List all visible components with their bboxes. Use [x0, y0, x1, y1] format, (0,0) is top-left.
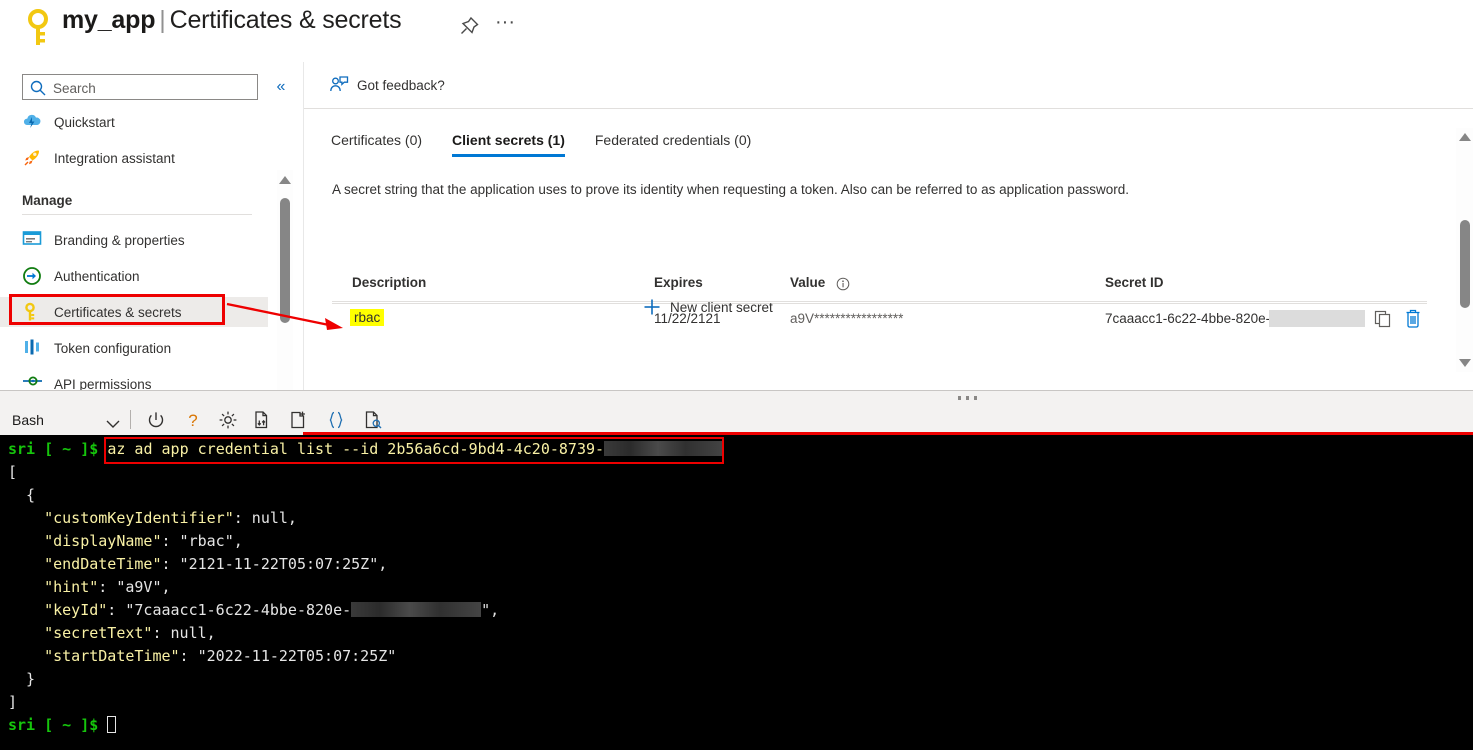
- rocket-icon: [22, 148, 44, 168]
- upload-download-icon[interactable]: [251, 409, 273, 431]
- pin-icon[interactable]: [455, 12, 483, 40]
- info-icon[interactable]: [836, 277, 850, 294]
- sidebar-divider: [22, 214, 252, 215]
- tab-certificates[interactable]: Certificates (0): [331, 132, 422, 157]
- annotation-command-box: [104, 437, 724, 464]
- panel-splitter[interactable]: [0, 390, 1473, 405]
- sidebar-item-authentication[interactable]: Authentication: [0, 261, 268, 291]
- column-header-value: Value: [790, 275, 826, 290]
- column-header-secret-id: Secret ID: [1105, 275, 1164, 290]
- terminal-output-line: "secretText": null,: [44, 624, 216, 642]
- sidebar-item-label: Authentication: [54, 268, 140, 284]
- page-title-separator: |: [159, 6, 166, 34]
- terminal-prompt-line: sri [ ~ ]$: [8, 714, 117, 737]
- new-client-secret-label: New client secret: [670, 299, 773, 315]
- copy-icon[interactable]: [1373, 309, 1393, 329]
- sidebar: « Quickstart Integra: [0, 62, 302, 452]
- collapse-sidebar-button[interactable]: «: [270, 76, 292, 98]
- keyid-redaction: [351, 602, 482, 617]
- sidebar-scroll-thumb[interactable]: [280, 198, 290, 323]
- cell-value: a9V*****************: [790, 311, 904, 326]
- cloud-lightning-icon: [22, 112, 44, 132]
- sidebar-item-label: Certificates & secrets: [54, 304, 182, 320]
- trash-icon[interactable]: [1403, 308, 1423, 330]
- tab-federated-credentials[interactable]: Federated credentials (0): [595, 132, 751, 157]
- more-options-button[interactable]: ···: [492, 12, 518, 40]
- token-icon: [22, 338, 44, 358]
- sidebar-item-quickstart[interactable]: Quickstart: [0, 107, 268, 137]
- sidebar-item-branding-properties[interactable]: Branding & properties: [0, 225, 268, 255]
- feedback-person-icon: [329, 75, 349, 95]
- terminal-output-line: ]: [8, 693, 18, 711]
- splitter-drag-handle[interactable]: [958, 396, 978, 400]
- shell-selector[interactable]: Bash: [10, 408, 128, 432]
- table-row-rule: [332, 303, 1427, 304]
- content-scroll-thumb[interactable]: [1460, 220, 1470, 308]
- sidebar-item-label: Token configuration: [54, 340, 172, 356]
- page-title: my_app | Certificates & secrets: [62, 6, 402, 35]
- key-icon: [26, 8, 50, 52]
- page-title-app: my_app: [62, 6, 156, 34]
- content-scroll-up-arrow[interactable]: [1459, 133, 1471, 141]
- cell-secret-id: 7caaacc1-6c22-4bbe-820e-: [1105, 311, 1271, 326]
- terminal-output-line: "endDateTime": "2121-11-22T05:07:25Z",: [44, 555, 388, 573]
- tab-client-secrets[interactable]: Client secrets (1): [452, 132, 565, 157]
- sidebar-section-manage: Manage: [22, 193, 73, 208]
- column-header-expires: Expires: [654, 275, 703, 290]
- branding-icon: [22, 230, 44, 250]
- terminal-output-line: }: [26, 670, 36, 688]
- open-file-icon[interactable]: [362, 409, 384, 431]
- azure-portal-screenshot: my_app|Certificates & secrets ··· «: [0, 0, 1473, 750]
- page-title-section: Certificates & secrets: [169, 6, 402, 34]
- terminal-output-line: "customKeyIdentifier": null,: [44, 509, 297, 527]
- settings-icon[interactable]: [217, 409, 239, 431]
- main-content: Got feedback? Certificates (0) Client se…: [303, 62, 1473, 390]
- authentication-icon: [22, 266, 44, 286]
- terminal-toolbar: Bash ?: [0, 404, 1473, 435]
- column-header-description: Description: [352, 275, 427, 290]
- command-bar: Got feedback?: [304, 62, 1473, 108]
- terminal-output-line: "keyId": "7caaacc1-6c22-4bbe-820e- ",: [44, 601, 500, 619]
- sidebar-item-label: Integration assistant: [54, 150, 175, 166]
- content-scroll-down-arrow[interactable]: [1459, 359, 1471, 367]
- terminal-output-line: [: [8, 463, 18, 481]
- search-box[interactable]: [22, 74, 258, 101]
- shell-selector-label: Bash: [12, 412, 44, 428]
- power-icon[interactable]: [145, 409, 167, 431]
- key-icon: [22, 302, 44, 322]
- got-feedback-button[interactable]: Got feedback?: [329, 73, 445, 97]
- table-header-row: Description Expires Value Secret ID: [332, 269, 1427, 301]
- search-input[interactable]: [51, 75, 255, 101]
- sidebar-scroll-up-arrow[interactable]: [279, 176, 291, 184]
- page-header: my_app | Certificates & secrets ···: [0, 0, 1473, 62]
- sidebar-item-label: Branding & properties: [54, 232, 185, 248]
- new-file-icon[interactable]: [288, 409, 310, 431]
- terminal-output-line: {: [26, 486, 36, 504]
- cell-description: rbac: [350, 309, 385, 326]
- terminal-output-line: "displayName": "rbac",: [44, 532, 243, 550]
- plus-icon: [642, 297, 662, 317]
- got-feedback-label: Got feedback?: [357, 77, 445, 93]
- cloud-shell-terminal[interactable]: sri [ ~ ]$ az ad app credential list --i…: [0, 435, 1473, 750]
- secret-id-redaction: [1269, 310, 1365, 327]
- terminal-output-line: "hint": "a9V",: [44, 578, 171, 596]
- table-row[interactable]: rbac 11/22/2121 a9V***************** 7ca…: [332, 302, 1427, 336]
- secrets-description: A secret string that the application use…: [332, 182, 1129, 197]
- sidebar-item-integration-assistant[interactable]: Integration assistant: [0, 143, 268, 173]
- sidebar-item-certificates-secrets[interactable]: Certificates & secrets: [0, 297, 268, 327]
- terminal-output-line: "startDateTime": "2022-11-22T05:07:25Z": [44, 647, 397, 665]
- chevron-down-icon: [106, 416, 120, 428]
- new-client-secret-button[interactable]: New client secret: [642, 294, 773, 320]
- sidebar-item-label: Quickstart: [54, 114, 115, 130]
- search-icon: [29, 79, 47, 97]
- content-scrollbar[interactable]: [1456, 128, 1473, 372]
- svg-text:?: ?: [188, 411, 197, 430]
- help-icon[interactable]: ?: [182, 409, 204, 431]
- terminal-cursor: [107, 716, 117, 733]
- sidebar-item-token-configuration[interactable]: Token configuration: [0, 333, 268, 363]
- toolbar-divider: [130, 410, 131, 429]
- command-bar-divider: [304, 108, 1473, 109]
- braces-icon[interactable]: [325, 409, 347, 431]
- tab-bar: Certificates (0) Client secrets (1) Fede…: [331, 132, 781, 166]
